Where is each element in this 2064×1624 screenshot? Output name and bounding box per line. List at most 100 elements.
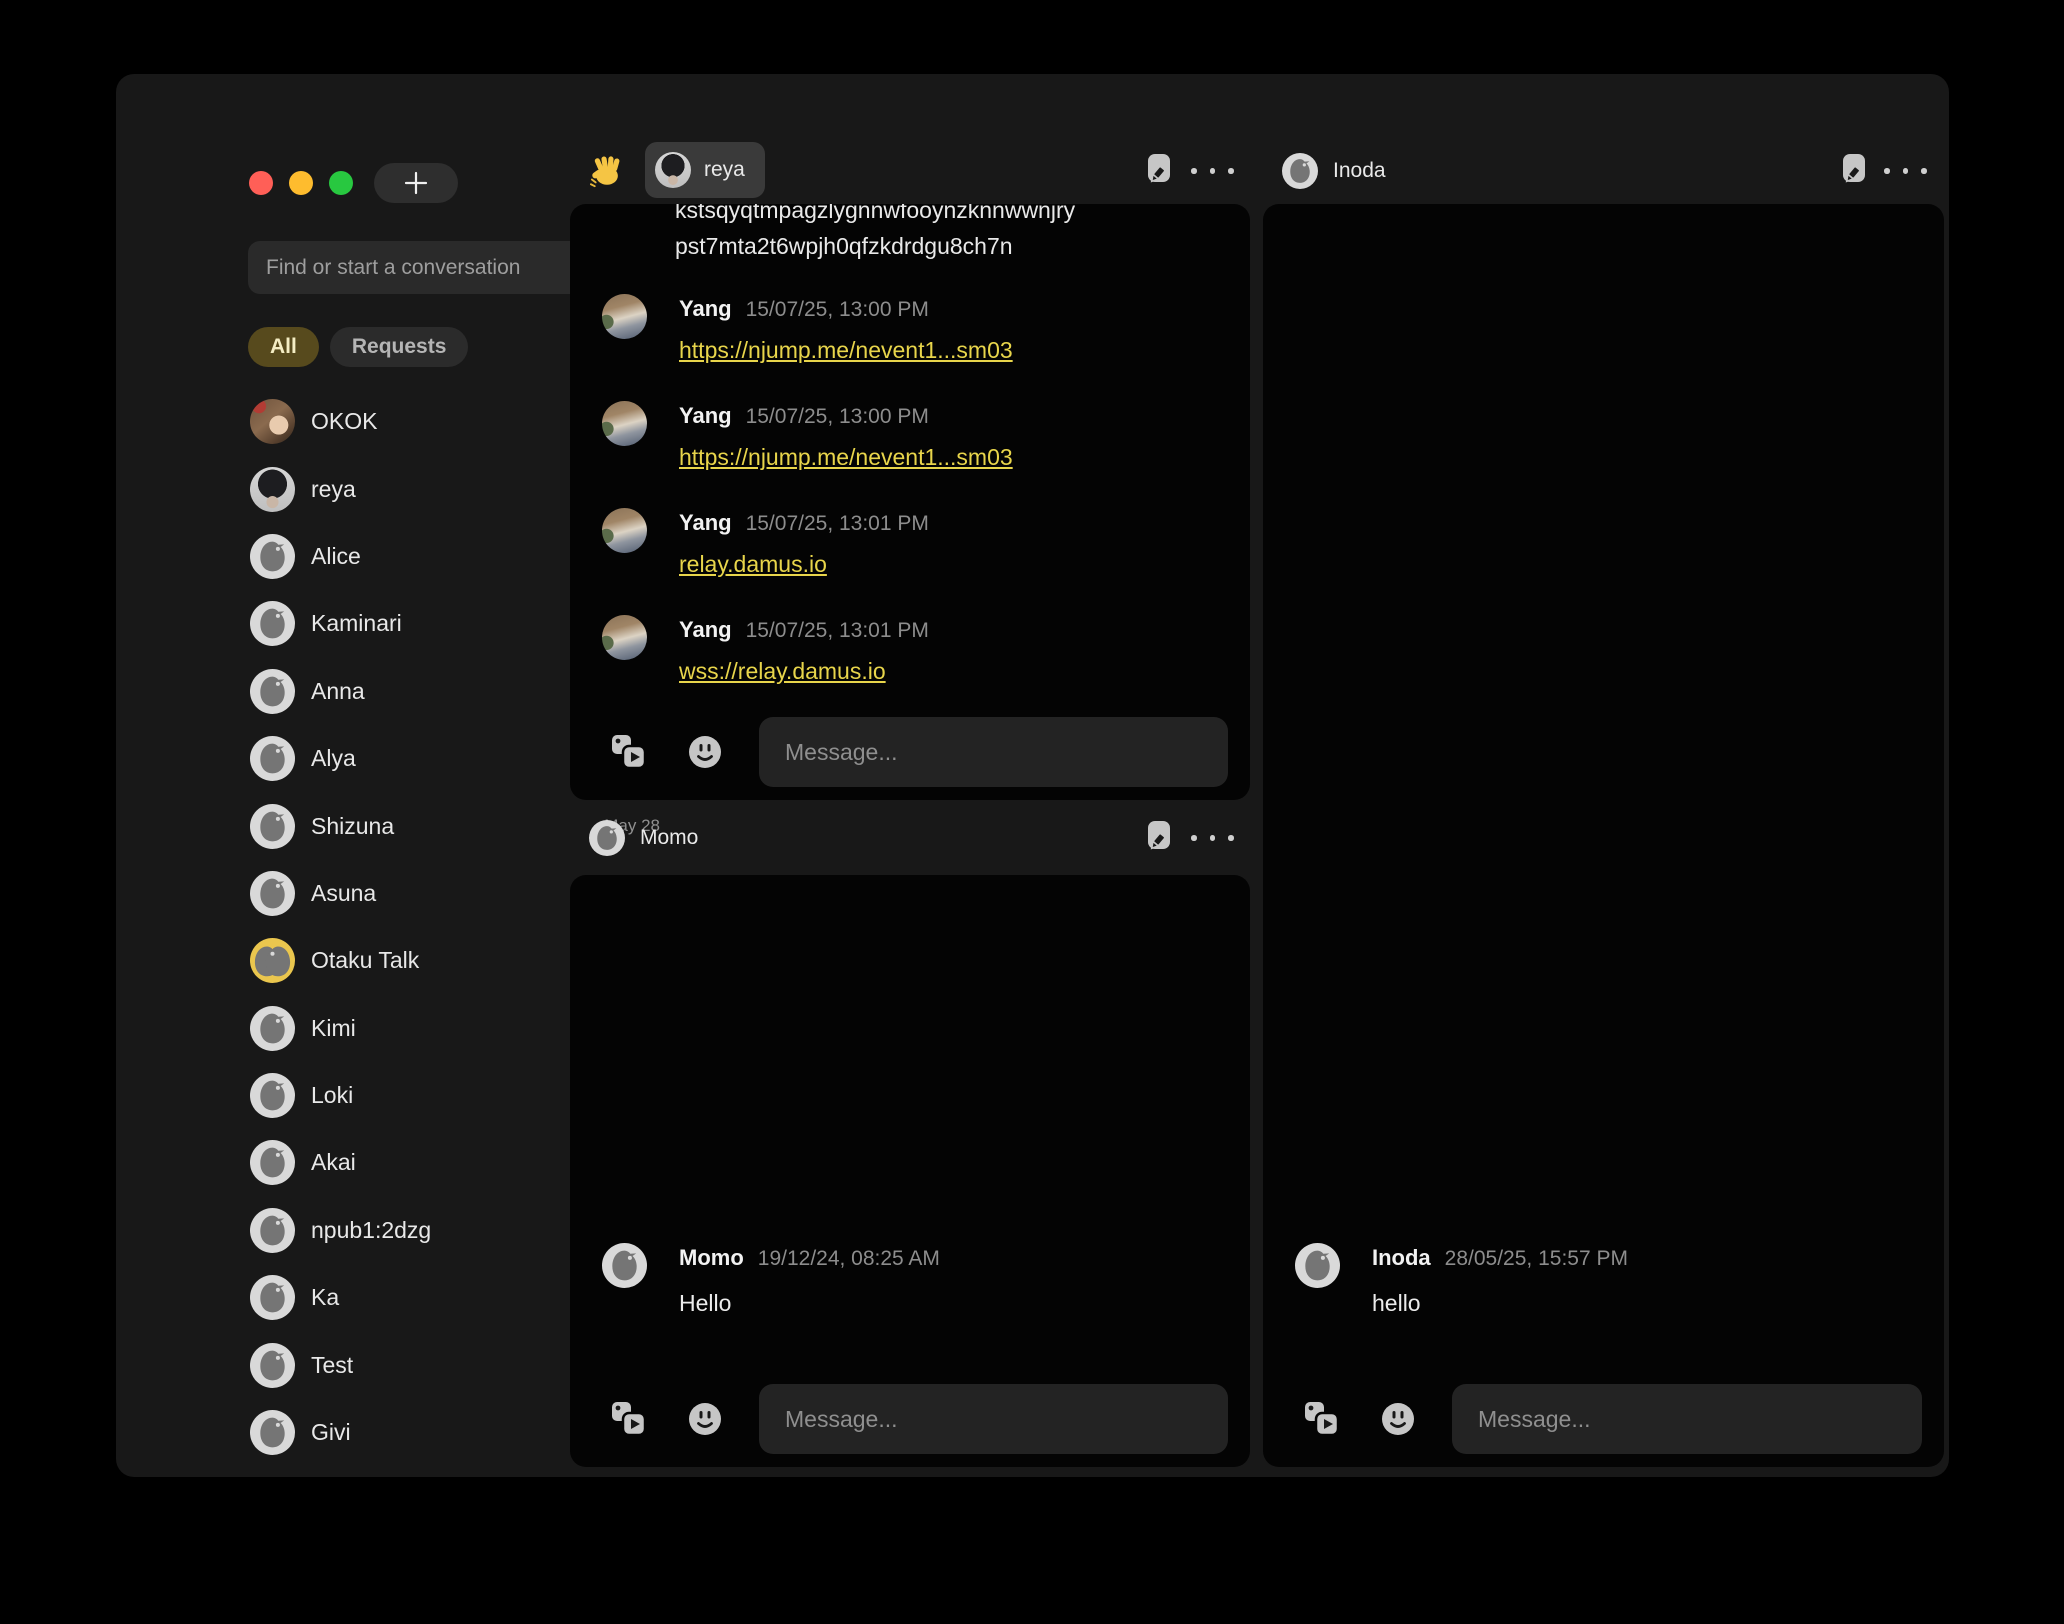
- plus-icon: [403, 170, 429, 196]
- filter-requests[interactable]: Requests: [330, 327, 469, 367]
- message-timestamp: 15/07/25, 13:00 PM: [746, 295, 929, 325]
- note-icon[interactable]: [1144, 153, 1174, 185]
- message-avatar[interactable]: [602, 615, 647, 660]
- composer-row-inoda: [1263, 1384, 1944, 1454]
- conversation-name: Kimi: [311, 1015, 356, 1042]
- chat-avatar: [589, 820, 625, 856]
- chat-area-reya: kstsqyqtmpagzlygnnwfooynzknnwwnjry pst7m…: [570, 204, 1250, 800]
- message-sender: Yang: [679, 508, 732, 538]
- more-options-icon[interactable]: [1191, 835, 1234, 841]
- message: Yang 15/07/25, 13:01 PM wss://relay.damu…: [570, 615, 1250, 688]
- conversation-name: reya: [311, 476, 356, 503]
- note-icon[interactable]: [1144, 820, 1174, 852]
- message-avatar[interactable]: [1295, 1243, 1340, 1288]
- message-input[interactable]: [783, 738, 1204, 767]
- conversation-avatar: [250, 467, 295, 512]
- conversation-name: OKOK: [311, 408, 377, 435]
- message: Yang 15/07/25, 13:00 PM https://njump.me…: [570, 401, 1250, 474]
- media-picker-icon[interactable]: [609, 1399, 649, 1439]
- more-options-icon[interactable]: [1191, 168, 1234, 174]
- message-text: Hello: [679, 1288, 1250, 1318]
- conversation-name: Akai: [311, 1149, 356, 1176]
- new-chat-button[interactable]: [374, 163, 458, 203]
- message-avatar[interactable]: [602, 1243, 647, 1288]
- conversation-filters: All Requests: [248, 327, 468, 367]
- chat-title: reya: [704, 158, 745, 182]
- app-window: All Requests OKOK 5d reya 20d Alice Jun …: [116, 74, 1949, 1477]
- message-link[interactable]: relay.damus.io: [679, 547, 827, 581]
- message: Momo 19/12/24, 08:25 AM Hello: [570, 1243, 1250, 1318]
- conversation-avatar: [250, 1208, 295, 1253]
- conversation-name: Loki: [311, 1082, 353, 1109]
- conversation-avatar: [250, 1140, 295, 1185]
- chat-header-momo[interactable]: Momo: [589, 820, 698, 856]
- more-options-icon[interactable]: [1884, 168, 1927, 174]
- conversation-name: Otaku Talk: [311, 947, 419, 974]
- close-window-button[interactable]: [249, 171, 273, 195]
- message-list: Yang 15/07/25, 13:00 PM https://njump.me…: [570, 294, 1250, 722]
- message-timestamp: 15/07/25, 13:01 PM: [746, 616, 929, 646]
- conversation-avatar: [250, 1275, 295, 1320]
- zoom-window-button[interactable]: [329, 171, 353, 195]
- message-link[interactable]: wss://relay.damus.io: [679, 654, 886, 688]
- desktop-background: All Requests OKOK 5d reya 20d Alice Jun …: [0, 0, 2064, 1624]
- message-input-box[interactable]: [759, 717, 1228, 787]
- conversation-avatar: [250, 669, 295, 714]
- conversation-name: Alya: [311, 745, 356, 772]
- conversation-name: Kaminari: [311, 610, 402, 637]
- message-sender: Yang: [679, 294, 732, 324]
- message-sender: Yang: [679, 615, 732, 645]
- conversation-name: Ka: [311, 1284, 339, 1311]
- chat-area-momo: Momo 19/12/24, 08:25 AM Hello: [570, 875, 1250, 1467]
- wave-emoji-icon[interactable]: [590, 155, 624, 189]
- message-timestamp: 15/07/25, 13:00 PM: [746, 402, 929, 432]
- conversation-avatar: [250, 736, 295, 781]
- search-input[interactable]: [264, 255, 614, 281]
- message-link[interactable]: https://njump.me/nevent1...sm03: [679, 440, 1013, 474]
- message: Yang 15/07/25, 13:01 PM relay.damus.io: [570, 508, 1250, 581]
- message-avatar[interactable]: [602, 508, 647, 553]
- conversation-avatar: [250, 1343, 295, 1388]
- window-controls: [249, 171, 353, 195]
- media-picker-icon[interactable]: [609, 732, 649, 772]
- message-input[interactable]: [783, 1405, 1204, 1434]
- conversation-name: Givi: [311, 1419, 351, 1446]
- minimize-window-button[interactable]: [289, 171, 313, 195]
- conversation-avatar: [250, 534, 295, 579]
- message-input-box[interactable]: [759, 1384, 1228, 1454]
- conversation-name: Asuna: [311, 880, 376, 907]
- message-avatar[interactable]: [602, 401, 647, 446]
- emoji-icon[interactable]: [1381, 1402, 1415, 1436]
- conversation-avatar: [250, 1006, 295, 1051]
- message: Inoda 28/05/25, 15:57 PM hello: [1263, 1243, 1944, 1318]
- chat-area-inoda: Inoda 28/05/25, 15:57 PM hello: [1263, 204, 1944, 1467]
- chat-header-inoda[interactable]: Inoda: [1282, 153, 1386, 189]
- chat-avatar: [1282, 153, 1318, 189]
- media-picker-icon[interactable]: [1302, 1399, 1342, 1439]
- emoji-icon[interactable]: [688, 735, 722, 769]
- conversation-avatar: [250, 601, 295, 646]
- filter-all[interactable]: All: [248, 327, 319, 367]
- conversation-name: Anna: [311, 678, 365, 705]
- conversation-avatar: [250, 804, 295, 849]
- conversation-avatar: [250, 399, 295, 444]
- chat-title: Momo: [640, 826, 698, 850]
- message-avatar[interactable]: [602, 294, 647, 339]
- message-text: hello: [1372, 1288, 1944, 1318]
- chat-title-pill-reya[interactable]: reya: [645, 142, 765, 198]
- message-timestamp: 19/12/24, 08:25 AM: [758, 1244, 940, 1274]
- message-input[interactable]: [1476, 1405, 1898, 1434]
- conversation-name: Alice: [311, 543, 361, 570]
- note-icon[interactable]: [1839, 153, 1869, 185]
- conversation-list-item[interactable]: npub1:cpzn May 16: [248, 1466, 660, 1477]
- message-input-box[interactable]: [1452, 1384, 1922, 1454]
- chat-avatar: [655, 152, 691, 188]
- conversation-avatar: [250, 1410, 295, 1455]
- message-timestamp: 28/05/25, 15:57 PM: [1445, 1244, 1628, 1274]
- conversation-name: npub1:2dzg: [311, 1217, 431, 1244]
- composer-row-momo: [570, 1384, 1250, 1454]
- emoji-icon[interactable]: [688, 1402, 722, 1436]
- conversation-avatar: [250, 871, 295, 916]
- message-timestamp: 15/07/25, 13:01 PM: [746, 509, 929, 539]
- message-link[interactable]: https://njump.me/nevent1...sm03: [679, 333, 1013, 367]
